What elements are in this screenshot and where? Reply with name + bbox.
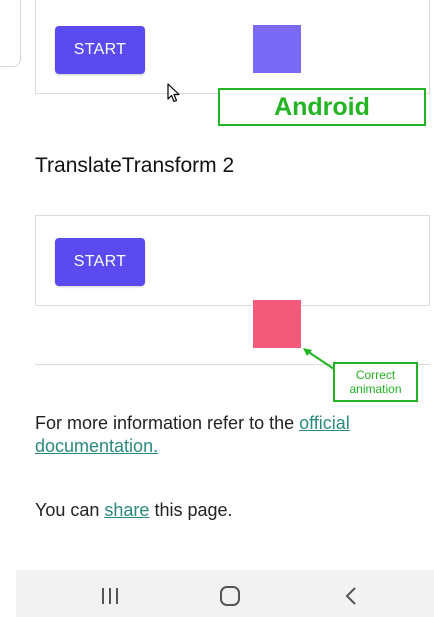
section-title: TranslateTransform 2 bbox=[35, 154, 235, 177]
share-prefix: You can bbox=[35, 500, 105, 520]
recent-apps-icon[interactable] bbox=[100, 587, 120, 605]
start-button-translate[interactable]: START bbox=[55, 238, 145, 286]
share-link[interactable]: share bbox=[104, 500, 149, 520]
info-paragraph: For more information refer to the offici… bbox=[35, 412, 425, 458]
share-paragraph: You can share this page. bbox=[35, 499, 233, 522]
animated-square-top bbox=[253, 25, 301, 73]
start-button-top[interactable]: START bbox=[55, 26, 145, 74]
previous-element-edge bbox=[0, 0, 21, 67]
mouse-cursor-icon bbox=[167, 83, 180, 103]
info-prefix: For more information refer to the bbox=[35, 413, 300, 433]
callout-line-1: Correct bbox=[355, 368, 396, 382]
share-suffix: this page. bbox=[149, 500, 233, 520]
home-icon[interactable] bbox=[219, 585, 241, 607]
platform-label: Android bbox=[218, 88, 426, 126]
translated-square bbox=[253, 300, 301, 348]
callout-line-2: animation bbox=[349, 382, 402, 396]
callout-correct-animation: Correct animation bbox=[333, 362, 418, 402]
back-icon[interactable] bbox=[344, 586, 358, 606]
system-navigation-bar bbox=[16, 570, 434, 617]
